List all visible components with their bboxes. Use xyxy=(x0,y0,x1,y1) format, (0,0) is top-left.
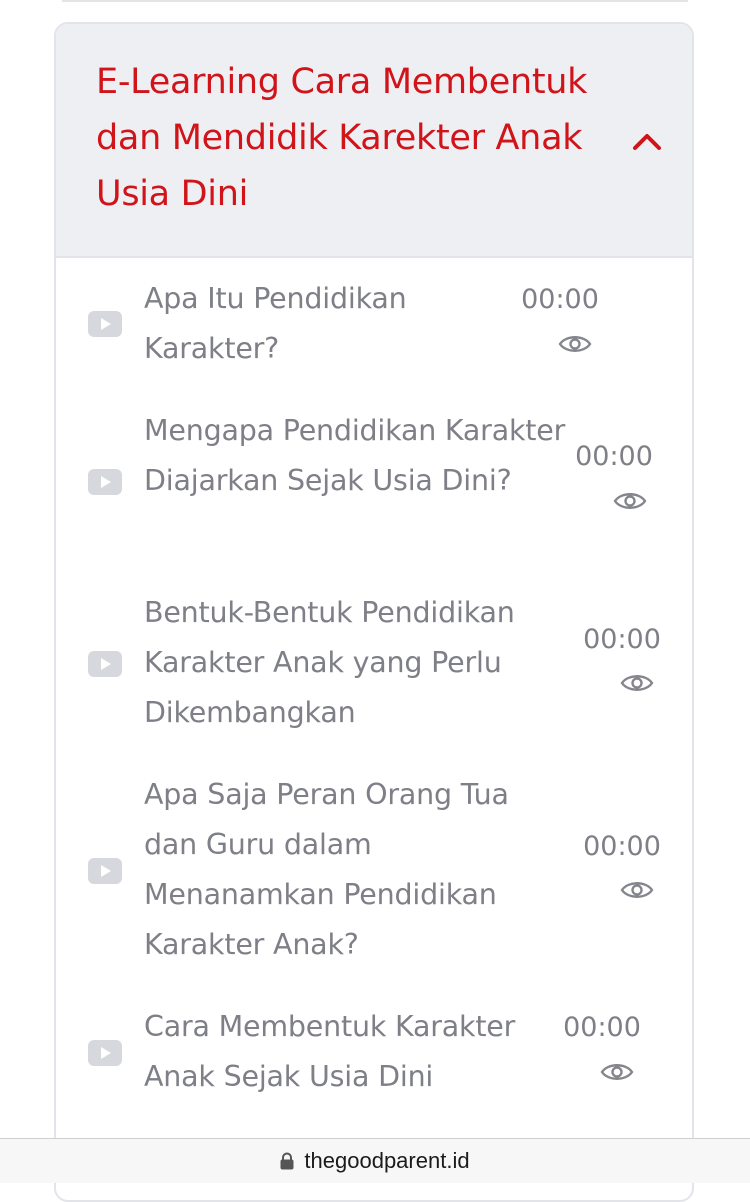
chevron-up-icon[interactable] xyxy=(630,126,664,156)
lesson-item[interactable]: Cara Membentuk Karakter Anak Sejak Usia … xyxy=(56,1006,692,1116)
lesson-duration: 00:00 xyxy=(563,1012,641,1043)
course-title: E-Learning Cara Membentuk dan Mendidik K… xyxy=(96,62,588,214)
lesson-item[interactable]: Mengapa Pendidikan Karakter Diajarkan Se… xyxy=(56,410,692,570)
lesson-duration: 00:00 xyxy=(521,284,599,315)
lesson-title: Apa Saja Peran Orang Tua dan Guru dalam … xyxy=(144,778,509,961)
site-domain: thegoodparent.id xyxy=(304,1148,470,1173)
accordion-header[interactable]: E-Learning Cara Membentuk dan Mendidik K… xyxy=(56,24,692,258)
browser-address-bar[interactable]: thegoodparent.id xyxy=(0,1138,750,1183)
lesson-duration: 00:00 xyxy=(575,441,653,472)
lesson-item[interactable]: Bentuk-Bentuk Pendidikan Karakter Anak y… xyxy=(56,592,692,752)
lesson-title: Mengapa Pendidikan Karakter Diajarkan Se… xyxy=(144,414,566,497)
eye-icon[interactable] xyxy=(613,489,647,513)
divider-line xyxy=(62,0,688,2)
play-video-icon xyxy=(88,469,122,495)
lesson-title: Cara Membentuk Karakter Anak Sejak Usia … xyxy=(144,1010,516,1093)
play-video-icon xyxy=(88,1040,122,1066)
play-video-icon xyxy=(88,651,122,677)
lesson-title: Bentuk-Bentuk Pendidikan Karakter Anak y… xyxy=(144,596,515,729)
lesson-duration: 00:00 xyxy=(583,624,661,655)
lock-icon xyxy=(280,1152,294,1170)
eye-icon[interactable] xyxy=(620,671,654,695)
lesson-duration: 00:00 xyxy=(583,831,661,862)
eye-icon[interactable] xyxy=(558,332,592,356)
eye-icon[interactable] xyxy=(620,878,654,902)
lesson-title: Apa Itu Pendidikan Karakter? xyxy=(144,282,407,365)
play-video-icon xyxy=(88,311,122,337)
course-accordion: E-Learning Cara Membentuk dan Mendidik K… xyxy=(54,22,694,1202)
lesson-item[interactable]: Apa Itu Pendidikan Karakter? 00:00 xyxy=(56,278,692,388)
play-video-icon xyxy=(88,858,122,884)
eye-icon[interactable] xyxy=(600,1060,634,1084)
lesson-item[interactable]: Apa Saja Peran Orang Tua dan Guru dalam … xyxy=(56,774,692,984)
